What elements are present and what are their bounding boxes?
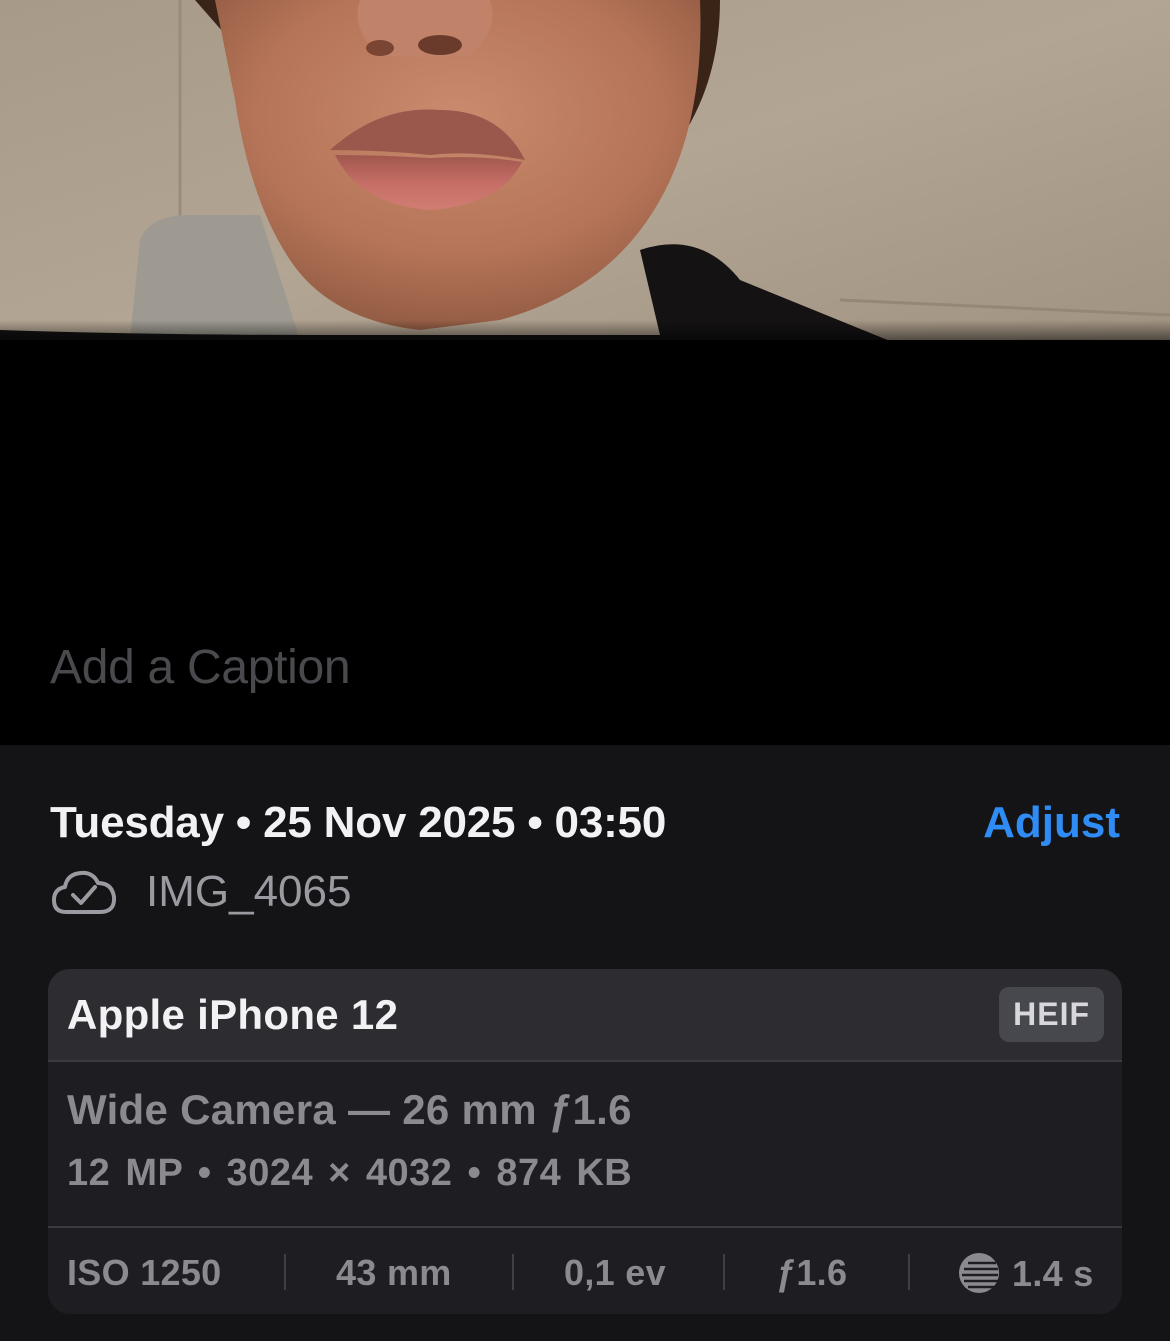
camera-info-card: Apple iPhone 12 HEIF Wide Camera — 26 mm… <box>48 969 1122 1314</box>
filename-label: IMG_4065 <box>146 867 352 916</box>
divider <box>723 1254 725 1290</box>
caption-field[interactable]: Add a Caption <box>50 640 351 695</box>
icloud-check-icon <box>52 870 117 914</box>
file-info-row: IMG_4065 <box>50 866 351 918</box>
card-lens-section: Wide Camera — 26 mm ƒ1.6 12 MP • 3024 × … <box>48 1062 1122 1228</box>
image-specs: 12 MP • 3024 × 4032 • 874 KB <box>67 1152 633 1194</box>
exif-focal-length: 43 mm <box>336 1252 452 1293</box>
shutter-speed-icon <box>959 1253 999 1293</box>
card-header: Apple iPhone 12 HEIF <box>48 969 1122 1062</box>
exif-exposure-value: 0,1 ev <box>564 1252 666 1293</box>
divider <box>908 1254 910 1290</box>
photo-viewer[interactable] <box>0 0 1170 745</box>
adjust-button[interactable]: Adjust <box>983 798 1120 848</box>
exif-row: ISO 1250 43 mm 0,1 ev ƒ1.6 1.4 s <box>48 1230 1122 1314</box>
photo-image <box>0 0 1170 745</box>
divider <box>284 1254 286 1290</box>
format-badge: HEIF <box>999 987 1104 1042</box>
exif-shutter-value: 1.4 s <box>1012 1253 1094 1294</box>
date-time-label: Tuesday • 25 Nov 2025 • 03:50 <box>50 798 667 847</box>
device-name: Apple iPhone 12 <box>67 991 399 1038</box>
exif-iso: ISO 1250 <box>67 1252 222 1293</box>
exif-shutter: 1.4 s <box>958 1252 1094 1295</box>
divider <box>512 1254 514 1290</box>
exif-aperture: ƒ1.6 <box>776 1252 848 1293</box>
lens-info: Wide Camera — 26 mm ƒ1.6 <box>67 1086 632 1133</box>
